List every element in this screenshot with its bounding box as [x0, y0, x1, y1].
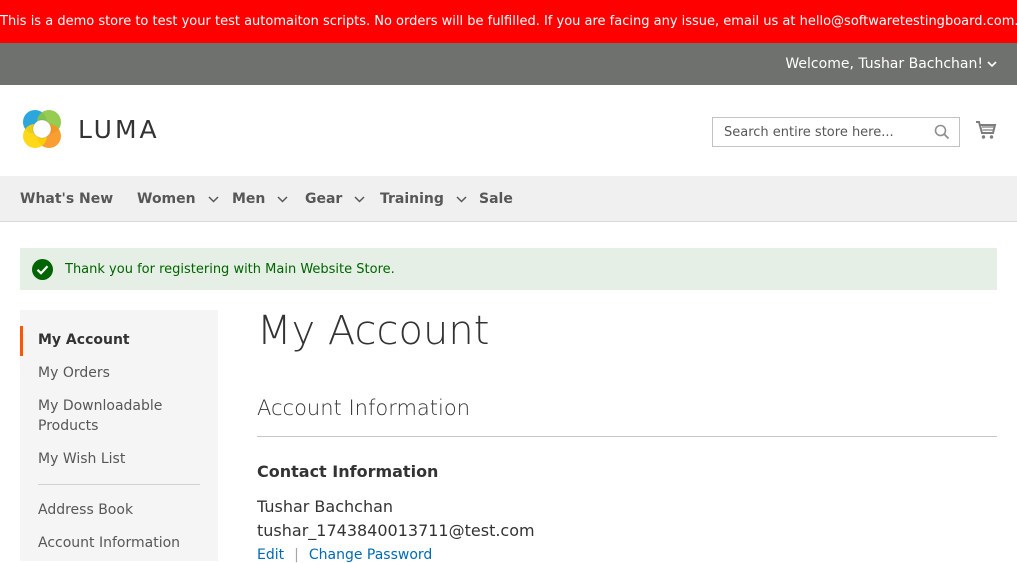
success-message: Thank you for registering with Main Webs…	[20, 248, 997, 290]
chevron-down-icon	[277, 195, 288, 203]
section-divider	[257, 436, 997, 437]
nav-item-label: Training	[380, 190, 444, 207]
sidebar-item-address-book[interactable]: Address Book	[38, 500, 198, 520]
customer-welcome-menu[interactable]: Welcome, Tushar Bachchan!	[785, 43, 997, 85]
nav-item-women[interactable]: Women	[137, 176, 219, 222]
success-message-text: Thank you for registering with Main Webs…	[65, 261, 395, 277]
sidebar-item-wish-list[interactable]: My Wish List	[38, 449, 198, 469]
luma-logo-icon	[23, 110, 61, 148]
nav-item-label: Men	[232, 190, 266, 207]
active-item-marker	[20, 326, 23, 356]
chevron-down-icon	[354, 195, 365, 203]
sidebar-item-downloadable-products[interactable]: My Downloadable Products	[38, 396, 198, 436]
nav-item-men[interactable]: Men	[232, 176, 288, 222]
nav-item-sale[interactable]: Sale	[479, 176, 513, 222]
search-input[interactable]	[722, 123, 931, 141]
cart-icon[interactable]	[975, 120, 997, 140]
nav-item-label: Gear	[305, 190, 343, 207]
chevron-down-icon	[208, 195, 219, 203]
check-circle-icon	[32, 258, 53, 280]
chevron-down-icon	[987, 60, 997, 67]
account-sidebar: My Account My Orders My Downloadable Pro…	[20, 310, 218, 561]
sidebar-item-my-orders[interactable]: My Orders	[38, 363, 198, 383]
panel-header: Welcome, Tushar Bachchan!	[0, 43, 1017, 85]
luma-logo[interactable]: LUMA	[20, 107, 160, 151]
section-title: Account Information	[257, 396, 471, 420]
nav-item-whats-new[interactable]: What's New	[20, 176, 113, 222]
logo-text: LUMA	[78, 114, 160, 144]
nav-item-label: What's New	[20, 190, 114, 207]
contact-info-title: Contact Information	[257, 462, 439, 481]
nav-item-gear[interactable]: Gear	[305, 176, 365, 222]
nav-item-training[interactable]: Training	[380, 176, 467, 222]
main-navigation: What's New Women Men Gear Training Sale	[0, 176, 1017, 222]
sidebar-item-account-information[interactable]: Account Information	[38, 533, 198, 553]
welcome-text: Welcome, Tushar Bachchan!	[785, 56, 983, 72]
sidebar-divider	[38, 484, 200, 485]
nav-item-label: Sale	[479, 190, 513, 207]
nav-item-label: Women	[137, 190, 196, 207]
page-title: My Account	[257, 308, 490, 354]
demo-notice-bar: This is a demo store to test your test a…	[0, 0, 1017, 43]
search-icon[interactable]	[934, 124, 950, 140]
chevron-down-icon	[456, 195, 467, 203]
sidebar-item-my-account[interactable]: My Account	[38, 330, 198, 350]
demo-notice-text: This is a demo store to test your test a…	[0, 14, 1017, 29]
contact-name: Tushar Bachchan	[257, 497, 394, 516]
contact-email: tushar_1743840013711@test.com	[257, 521, 535, 540]
search-box[interactable]	[712, 117, 960, 147]
